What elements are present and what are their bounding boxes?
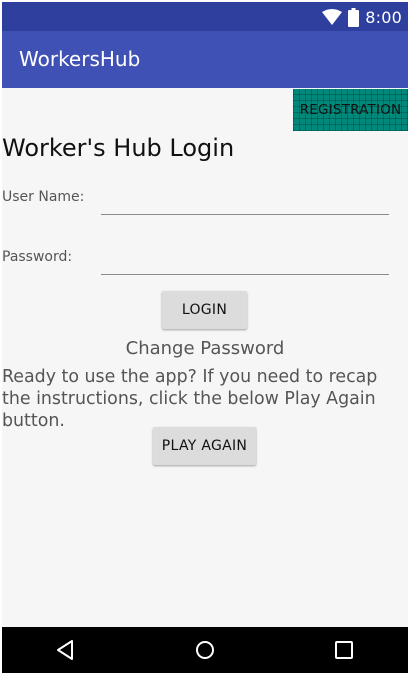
battery-icon <box>348 7 360 27</box>
app-bar: WorkersHub <box>2 31 408 88</box>
username-input[interactable] <box>101 186 389 215</box>
status-icons: 8:00 <box>322 7 402 27</box>
password-input[interactable] <box>101 246 389 275</box>
app-title: WorkersHub <box>19 47 141 71</box>
status-bar: 8:00 <box>2 2 408 31</box>
login-button[interactable]: LOGIN <box>162 291 247 329</box>
back-icon[interactable] <box>55 639 77 661</box>
home-icon[interactable] <box>194 639 216 661</box>
username-label: User Name: <box>2 189 85 205</box>
recents-icon[interactable] <box>333 639 355 661</box>
status-time: 8:00 <box>365 7 402 27</box>
password-label: Password: <box>2 249 73 265</box>
change-password-link[interactable]: Change Password <box>2 338 408 359</box>
navigation-bar <box>2 627 408 673</box>
registration-button[interactable]: REGISTRATION <box>293 89 408 131</box>
login-heading: Worker's Hub Login <box>2 134 235 162</box>
play-again-button[interactable]: PLAY AGAIN <box>153 427 256 465</box>
instructions-text: Ready to use the app? If you need to rec… <box>2 367 378 431</box>
wifi-icon <box>322 9 343 25</box>
app-screen: 8:00 WorkersHub REGISTRATION Worker's Hu… <box>2 2 408 673</box>
